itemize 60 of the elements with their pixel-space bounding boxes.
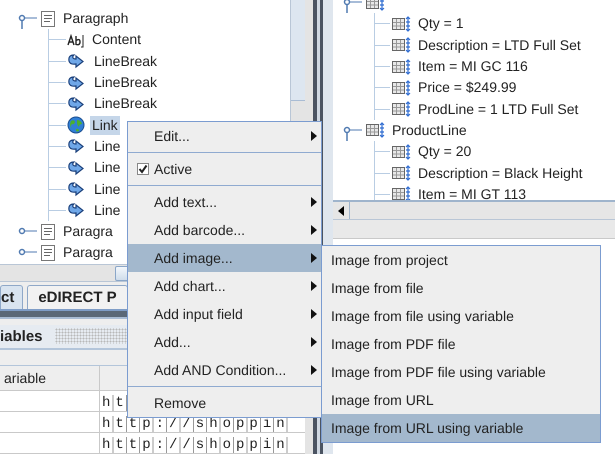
menu-item[interactable]: Image from file: [322, 274, 600, 302]
table-field-icon: [391, 80, 411, 96]
table-field-icon: [391, 144, 411, 160]
menu-item[interactable]: Edit...: [128, 122, 321, 150]
menu-item[interactable]: Add input field: [128, 300, 321, 328]
menu-item[interactable]: Add image...: [128, 244, 321, 272]
tree-item[interactable]: Paragraph: [61, 9, 130, 28]
table-field-icon: [391, 58, 411, 75]
scrollbar[interactable]: [333, 200, 615, 220]
tree-item[interactable]: Qty = 1: [416, 14, 466, 34]
tab[interactable]: ct: [0, 284, 24, 309]
tree-item[interactable]: ProductLine: [390, 120, 469, 140]
tree-item[interactable]: Item = MI GC 116: [416, 57, 530, 76]
scrollbar-thumb[interactable]: [291, 0, 305, 101]
table-field-icon: [391, 37, 411, 54]
menu-item[interactable]: Image from PDF file: [322, 330, 600, 358]
scroll-left-icon[interactable]: [338, 206, 344, 216]
tree-item[interactable]: Content: [90, 30, 144, 50]
menu-item[interactable]: Add text...: [128, 188, 321, 216]
tree-item[interactable]: Link: [90, 116, 120, 135]
document-icon: [40, 224, 56, 240]
tree-item[interactable]: LineBreak: [92, 52, 160, 71]
text-field-icon: [67, 32, 85, 48]
panel-title: iables: [0, 328, 44, 345]
tree-item[interactable]: Qty = 20: [416, 142, 474, 162]
tree-item[interactable]: Paragra: [61, 243, 115, 262]
table-field-icon: [391, 16, 411, 32]
tree-item[interactable]: Line: [92, 158, 122, 178]
checkbox[interactable]: [137, 163, 149, 175]
menu-item[interactable]: Image from file using variable: [322, 302, 600, 330]
tree-item[interactable]: LineBreak: [92, 94, 160, 114]
table-field-icon: [365, 122, 385, 138]
tree-item[interactable]: Line: [92, 136, 122, 156]
menu-item[interactable]: Add chart...: [128, 272, 321, 300]
tree-item[interactable]: Description = Black Height: [416, 164, 585, 183]
globe-icon: [67, 116, 85, 134]
document-icon: [40, 10, 56, 27]
tree-item[interactable]: Line: [92, 180, 122, 199]
menu-item[interactable]: Image from project: [322, 246, 600, 274]
menu-item[interactable]: Remove: [128, 389, 321, 417]
table-field-icon: [391, 101, 411, 118]
tree-item[interactable]: Description = LTD Full Set: [416, 36, 583, 55]
menu-item[interactable]: Image from URL using variable: [322, 414, 600, 442]
menu-item[interactable]: Image from PDF file using variable: [322, 358, 600, 386]
tab[interactable]: eDIRECT P: [27, 284, 128, 309]
menu-item[interactable]: Active: [128, 155, 321, 183]
table-field-icon: [391, 165, 411, 182]
document-icon: [40, 244, 56, 261]
menu-item[interactable]: Image from URL: [322, 386, 600, 414]
menu-item[interactable]: Add...: [128, 328, 321, 356]
tree-item[interactable]: Paragra: [61, 222, 115, 242]
table-cell: ht: [100, 394, 129, 410]
tree-item[interactable]: Price = $249.99: [416, 78, 518, 98]
table-cell: http://shoppin: [100, 436, 290, 452]
tree-item[interactable]: Line: [92, 200, 122, 220]
menu-item[interactable]: Add barcode...: [128, 216, 321, 244]
tree-item[interactable]: LineBreak: [92, 73, 160, 92]
menu-item[interactable]: Add AND Condition...: [128, 356, 321, 384]
tree-item[interactable]: Item = MI GT 113: [416, 184, 528, 200]
tree-item[interactable]: ProdLine = 1 LTD Full Set: [416, 100, 580, 119]
